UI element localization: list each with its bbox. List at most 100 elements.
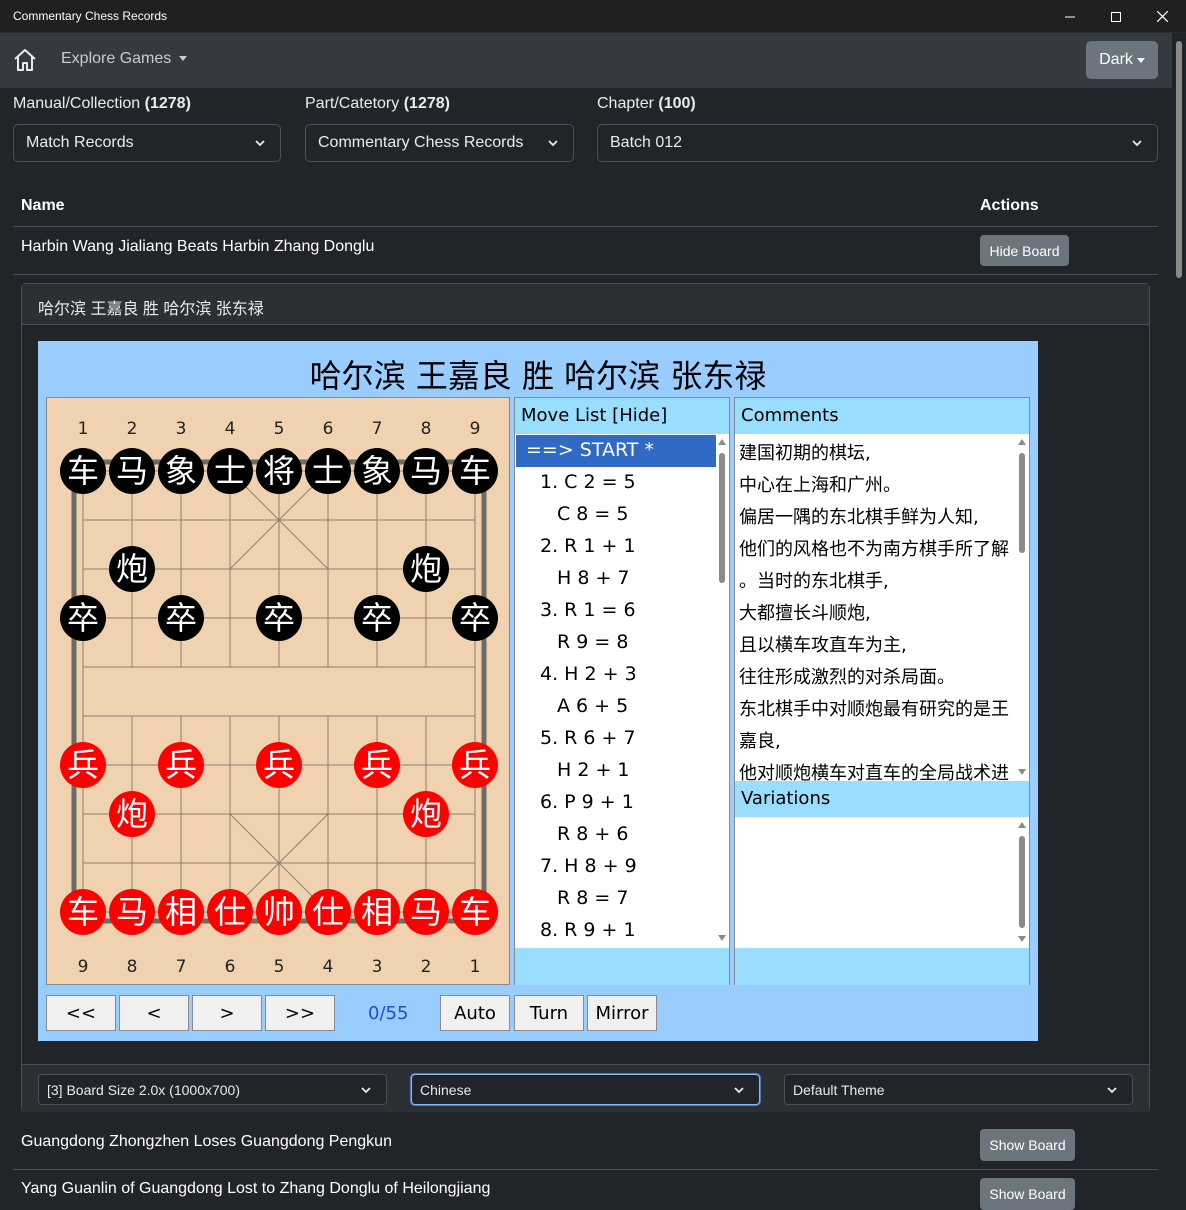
xiangqi-piece-label: 卒 [263,599,295,637]
theme-value: Default Theme [793,1082,885,1098]
scroll-up-icon [718,439,726,445]
move-list-item[interactable]: 7. H 8 + 9 [516,851,716,883]
move-list-header[interactable]: Move List [Hide] [515,398,729,434]
first-move-button[interactable]: << [46,995,116,1031]
scroll-down-icon [1018,936,1026,942]
comments-header: Comments [735,398,1029,434]
previous-move-button[interactable]: < [119,995,189,1031]
language-select[interactable]: Chinese [411,1074,760,1105]
chevron-down-icon [361,1087,371,1094]
comment-line: 往往形成激烈的对杀局面。 [739,667,955,688]
xiangqi-piece-label: 车 [459,452,491,490]
move-list-item[interactable]: R 8 = 7 [516,883,716,915]
chevron-down-icon [734,1087,744,1094]
xiangqi-piece-label: 相 [361,893,393,931]
category-label: Part/Catetory (1278) [305,95,450,112]
comment-line: 东北棋手中对顺炮最有研究的是王 [739,699,1009,720]
xiangqi-piece-label: 车 [459,893,491,931]
move-list-item[interactable]: 6. P 9 + 1 [516,787,716,819]
move-list-item[interactable]: 3. R 1 = 6 [516,595,716,627]
move-list-footer [515,948,729,985]
game-title: 哈尔滨 王嘉良 胜 哈尔滨 张东禄 [309,357,767,395]
show-board-button[interactable]: Show Board [980,1129,1075,1161]
page-scrollbar[interactable] [1172,33,1186,1193]
xiangqi-board[interactable]: 123456789987654321车马象士将士象马车炮炮卒卒卒卒卒兵兵兵兵兵炮… [46,397,510,985]
game-row-name: Guangdong Zhongzhen Loses Guangdong Peng… [21,1133,392,1150]
explore-games-dropdown[interactable]: Explore Games [61,50,188,68]
top-file-label: 1 [78,419,89,439]
move-list-item[interactable]: R 9 = 8 [516,627,716,659]
xiangqi-piece-label: 车 [67,893,99,931]
chapter-select[interactable]: Batch 012 [597,124,1158,162]
board-size-select[interactable]: [3] Board Size 2.0x (1000x700) [38,1074,387,1105]
move-list-start[interactable]: ==> START * [516,435,716,467]
top-file-label: 4 [225,419,236,439]
home-icon[interactable] [12,47,38,73]
bottom-file-label: 8 [127,957,138,977]
chevron-down-icon [255,140,265,147]
board-card-header: 哈尔滨 王嘉良 胜 哈尔滨 张东禄 [22,284,1149,325]
close-button[interactable] [1139,0,1185,33]
mirror-board-button[interactable]: Mirror [587,995,657,1031]
caret-down-icon [179,56,188,62]
move-list-item[interactable]: 2. R 1 + 1 [516,531,716,563]
top-file-label: 6 [323,419,334,439]
auto-play-button[interactable]: Auto [440,995,510,1031]
move-list-item[interactable]: R 8 + 6 [516,819,716,851]
move-list-panel: Move List [Hide] ==> START * 1. C 2 = 5C … [514,397,730,985]
page-scroll-thumb[interactable] [1176,41,1182,278]
theme-select[interactable]: Default Theme [784,1074,1133,1105]
scroll-thumb [719,453,725,583]
bottom-file-label: 7 [176,957,187,977]
move-list-item[interactable]: A 6 + 5 [516,691,716,723]
top-file-label: 5 [274,419,285,439]
xiangqi-piece-label: 炮 [116,550,148,588]
comment-line: 他对顺炮横车对直车的全局战术进 [739,763,1009,781]
chapter-label: Chapter (100) [597,95,696,112]
minimize-button[interactable] [1047,0,1093,33]
theme-dropdown-button[interactable]: Dark [1086,41,1158,79]
xiangqi-piece-label: 卒 [459,599,491,637]
next-move-button[interactable]: > [192,995,262,1031]
last-move-button[interactable]: >> [265,995,335,1031]
board-card-footer: [3] Board Size 2.0x (1000x700) Chinese D… [22,1064,1149,1112]
collection-label: Manual/Collection (1278) [13,95,191,112]
title-bar: Commentary Chess Records [0,0,1186,33]
comments-text: 建国初期的棋坛, 中心在上海和广州。 偏居一隅的东北棋手鲜为人知, 他们的风格也不为南… [735,435,1017,781]
variations-header: Variations [735,781,1029,817]
move-counter: 0/55 [368,1003,409,1024]
bottom-file-label: 5 [274,957,285,977]
xiangqi-viewer: 哈尔滨 王嘉良 胜 哈尔滨 张东禄 123456789987654321车马象士… [38,341,1038,1041]
maximize-button[interactable] [1093,0,1139,33]
turn-board-button[interactable]: Turn [514,995,584,1031]
move-list-item[interactable]: 1. C 2 = 5 [516,467,716,499]
xiangqi-piece-label: 士 [214,452,246,490]
show-board-button[interactable]: Show Board [980,1178,1075,1210]
comment-line: 他们的风格也不为南方棋手所了解 [739,539,1009,560]
scroll-down-icon [718,935,726,941]
move-list-item[interactable]: 4. H 2 + 3 [516,659,716,691]
xiangqi-piece-label: 象 [361,452,393,490]
xiangqi-piece-label: 仕 [214,893,246,931]
move-list-item[interactable]: C 8 = 5 [516,499,716,531]
move-list-item[interactable]: H 8 + 7 [516,563,716,595]
collection-select[interactable]: Match Records [13,124,281,162]
move-list-item[interactable]: 5. R 6 + 7 [516,723,716,755]
category-select-value: Commentary Chess Records [318,134,524,151]
variations-scrollbar[interactable] [1016,818,1028,948]
scroll-down-icon [1018,769,1026,775]
move-list-item[interactable]: H 2 + 1 [516,755,716,787]
comments-scrollbar[interactable] [1016,435,1028,781]
collection-select-value: Match Records [26,134,134,151]
top-file-label: 2 [127,419,138,439]
move-list-scrollbar[interactable] [716,435,728,947]
xiangqi-piece-label: 兵 [361,746,393,784]
xiangqi-piece-label: 兵 [165,746,197,784]
move-list: ==> START * 1. C 2 = 5C 8 = 5 2. R 1 + 1H … [516,435,716,947]
category-select[interactable]: Commentary Chess Records [305,124,574,162]
hide-board-button[interactable]: Hide Board [980,235,1069,266]
move-list-item[interactable]: 8. R 9 + 1 [516,915,716,947]
xiangqi-piece-label: 马 [410,452,442,490]
xiangqi-piece-label: 象 [165,452,197,490]
xiangqi-piece-label: 兵 [459,746,491,784]
